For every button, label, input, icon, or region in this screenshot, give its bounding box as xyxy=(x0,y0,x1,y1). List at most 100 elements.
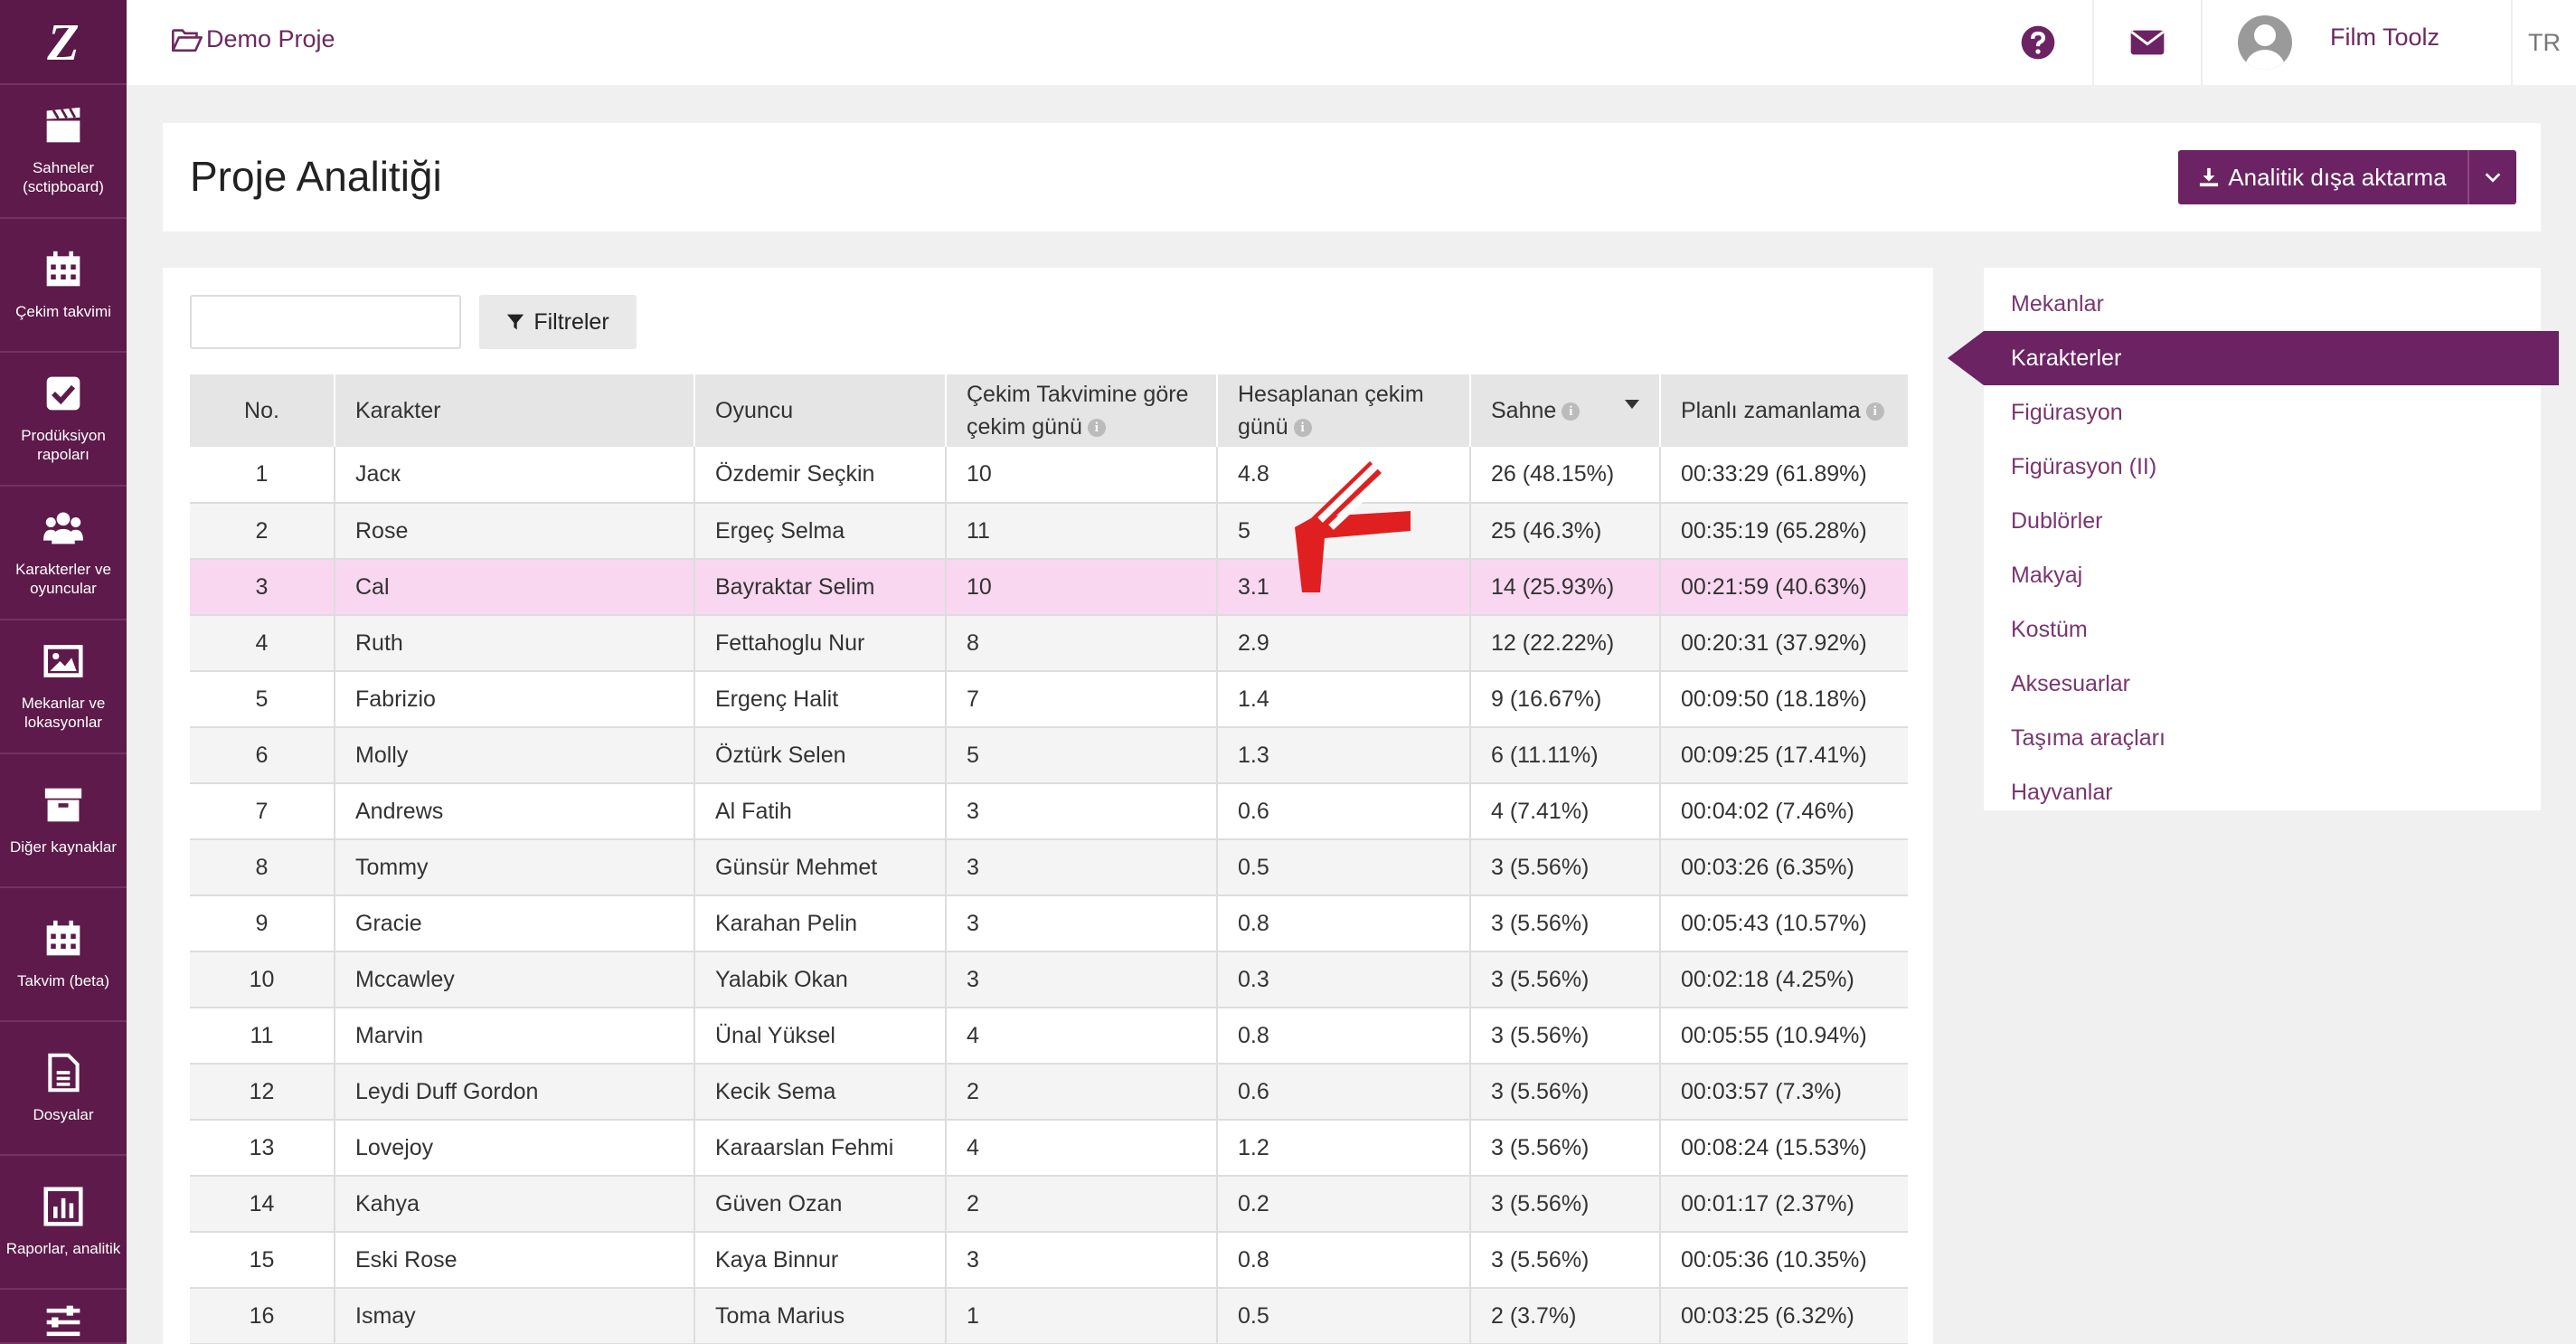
nav-item-8[interactable]: Taşıma araçları xyxy=(1984,711,2541,765)
sidebar-item-scenes[interactable]: Sahneler (sctipboard) xyxy=(0,85,127,219)
chart-icon xyxy=(43,1186,83,1226)
filter-button[interactable]: Filtreler xyxy=(479,295,637,349)
nav-item-4[interactable]: Dublörler xyxy=(1984,494,2541,548)
sidebar-item-characters[interactable]: Karakterler ve oyuncular xyxy=(0,487,127,620)
table-row[interactable]: 2 Rose Ergeç Selma 11 5 25 (46.3%) 00:35:19 (6… xyxy=(190,503,1908,560)
table-row[interactable]: 14 Kahya Güven Ozan 2 0.2 3 (5.56%) 00:01:17 (… xyxy=(190,1176,1908,1233)
cell-character: Molly xyxy=(335,727,695,784)
clapperboard-icon xyxy=(46,107,80,143)
col-header-actor[interactable]: Oyuncu xyxy=(694,374,947,447)
col-header-character[interactable]: Karakter xyxy=(335,374,695,447)
search-input[interactable] xyxy=(210,309,490,335)
table-row[interactable]: 3 Cal Bayraktar Selim 10 3.1 14 (25.93%) 00:21… xyxy=(190,559,1908,616)
messages-button[interactable] xyxy=(2092,0,2201,85)
breadcrumb[interactable]: Demo Proje xyxy=(172,25,335,53)
cell-calculated-days: 1.3 xyxy=(1217,727,1471,784)
nav-item-0[interactable]: Mekanlar xyxy=(1984,277,2541,331)
calendar-icon xyxy=(46,251,80,286)
nav-item-3[interactable]: Figürasyon (II) xyxy=(1984,440,2541,494)
table-row[interactable]: 13 Lovejoy Karaarslan Fehmi 4 1.2 3 (5.56%) 00… xyxy=(190,1120,1908,1177)
info-icon[interactable]: i xyxy=(1865,402,1884,421)
search-box[interactable] xyxy=(190,295,490,349)
sidebar-item-reports[interactable]: Raporlar, analitik xyxy=(0,1156,127,1290)
help-button[interactable] xyxy=(1984,0,2092,85)
sort-desc-icon[interactable] xyxy=(1625,400,1639,409)
sidebar-item-calendar-beta[interactable]: Takvim (beta) xyxy=(0,888,127,1022)
table-row[interactable]: 10 Mccawley Yalabik Okan 3 0.3 3 (5.56%) 00:02… xyxy=(190,951,1908,1008)
cell-planned-timing: 00:09:50 (18.18%) xyxy=(1660,671,1908,728)
info-icon[interactable]: i xyxy=(1293,419,1312,438)
nav-item-1[interactable]: Karakterler xyxy=(1948,331,2559,385)
table-row[interactable]: 16 Ismay Toma Marius 1 0.5 2 (3.7%) 00:03:25 (… xyxy=(190,1288,1908,1344)
sidebar-item-shooting-schedule[interactable]: Çekim takvimi xyxy=(0,219,127,353)
cell-scene: 3 (5.56%) xyxy=(1470,1232,1661,1289)
cell-character: Eski Rose xyxy=(335,1232,695,1289)
cell-scene: 9 (16.67%) xyxy=(1470,671,1661,728)
table-row[interactable]: 15 Eski Rose Kaya Binnur 3 0.8 3 (5.56%) 00:05… xyxy=(190,1232,1908,1289)
table-row[interactable]: 5 Fabrizio Ergenç Halit 7 1.4 9 (16.67%) 00:09… xyxy=(190,671,1908,728)
cell-scheduled-days: 4 xyxy=(946,1120,1218,1177)
col-header-scene[interactable]: Sahne i xyxy=(1470,374,1661,447)
sidebar-item-settings[interactable] xyxy=(0,1290,127,1344)
col-header-planned-timing[interactable]: Planlı zamanlama i xyxy=(1660,374,1908,447)
export-analytics-button[interactable]: Analitik dışa aktarma xyxy=(2178,150,2516,204)
cell-scene: 3 (5.56%) xyxy=(1470,951,1661,1008)
question-circle-icon xyxy=(2021,25,2055,60)
username[interactable]: Film Toolz xyxy=(2330,24,2439,52)
analytics-panel: Filtreler No. Karakter Oyuncu Çekim Takv… xyxy=(163,268,1933,1344)
table-row[interactable]: 11 Marvin Ünal Yüksel 4 0.8 3 (5.56%) 00:05:55… xyxy=(190,1008,1908,1065)
table-row[interactable]: 6 Molly Öztürk Selen 5 1.3 6 (11.11%) 00:09:25… xyxy=(190,727,1908,784)
sidebar-item-files[interactable]: Dosyalar xyxy=(0,1022,127,1156)
cell-actor: Karahan Pelin xyxy=(694,895,947,952)
table-row[interactable]: 9 Gracie Karahan Pelin 3 0.8 3 (5.56%) 00:05:4… xyxy=(190,895,1908,952)
table-row[interactable]: 1 Jacк Özdemir Seçkin 10 4.8 26 (48.15%) 00:33… xyxy=(190,447,1908,504)
sliders-icon xyxy=(46,1305,80,1337)
sidebar-item-other-resources[interactable]: Diğer kaynaklar xyxy=(0,754,127,888)
col-header-label: Sahne xyxy=(1491,398,1557,423)
user-menu-divider xyxy=(2201,0,2203,85)
nav-item-9[interactable]: Hayvanlar xyxy=(1984,765,2541,819)
nav-item-7[interactable]: Aksesuarlar xyxy=(1984,657,2541,711)
cell-character: Jacк xyxy=(335,447,695,504)
info-icon[interactable]: i xyxy=(1087,419,1106,438)
col-header-no[interactable]: No. xyxy=(190,374,335,447)
breadcrumb-project: Demo Proje xyxy=(206,25,335,52)
cell-actor: Yalabik Okan xyxy=(694,951,947,1008)
cell-actor: Kaya Binnur xyxy=(694,1232,947,1289)
cell-no: 2 xyxy=(190,503,335,560)
table-row[interactable]: 8 Tommy Günsür Mehmet 3 0.5 3 (5.56%) 00:03:26… xyxy=(190,839,1908,896)
cell-actor: Karaarslan Fehmi xyxy=(694,1120,947,1177)
archive-icon xyxy=(44,788,82,821)
cell-no: 10 xyxy=(190,951,335,1008)
nav-item-5[interactable]: Makyaj xyxy=(1984,548,2541,602)
col-header-label: günü xyxy=(1238,414,1288,440)
user-menu[interactable] xyxy=(2238,0,2292,85)
language-switch[interactable]: TR xyxy=(2511,0,2576,85)
cell-scene: 3 (5.56%) xyxy=(1470,895,1661,952)
table-row[interactable]: 7 Andrews Al Fatih 3 0.6 4 (7.41%) 00:04:02 (7… xyxy=(190,783,1908,840)
col-header-calculated-days[interactable]: Hesaplanan çekim günü i xyxy=(1217,374,1471,447)
col-header-scheduled-days[interactable]: Çekim Takvimine göre çekim günü i xyxy=(946,374,1218,447)
cell-planned-timing: 00:03:26 (6.35%) xyxy=(1660,839,1908,896)
cell-scheduled-days: 11 xyxy=(946,503,1218,560)
export-main[interactable]: Analitik dışa aktarma xyxy=(2178,150,2469,204)
cell-no: 9 xyxy=(190,895,335,952)
cell-calculated-days: 0.5 xyxy=(1217,839,1471,896)
table-row[interactable]: 12 Leydi Duff Gordon Kecik Sema 2 0.6 3 (5.56… xyxy=(190,1064,1908,1121)
export-dropdown-toggle[interactable] xyxy=(2469,167,2516,187)
cell-scheduled-days: 2 xyxy=(946,1176,1218,1233)
app-logo[interactable]: Z xyxy=(0,0,127,85)
cell-actor: Bayraktar Selim xyxy=(694,559,947,616)
table-row[interactable]: 4 Ruth Fettahoglu Nur 8 2.9 12 (22.22%) 00:20:… xyxy=(190,615,1908,672)
nav-item-2[interactable]: Figürasyon xyxy=(1984,385,2541,440)
info-icon[interactable]: i xyxy=(1562,402,1581,421)
cell-no: 4 xyxy=(190,615,335,672)
cell-no: 7 xyxy=(190,783,335,840)
sidebar-item-production-reports[interactable]: Prodüksiyon rapoları xyxy=(0,353,127,487)
cell-character: Kahya xyxy=(335,1176,695,1233)
cell-scene: 3 (5.56%) xyxy=(1470,1008,1661,1065)
nav-item-6[interactable]: Kostüm xyxy=(1984,602,2541,657)
cell-character: Fabrizio xyxy=(335,671,695,728)
sidebar-item-locations[interactable]: Mekanlar ve lokasyonlar xyxy=(0,620,127,754)
annotation-arrow-icon xyxy=(1295,457,1411,592)
